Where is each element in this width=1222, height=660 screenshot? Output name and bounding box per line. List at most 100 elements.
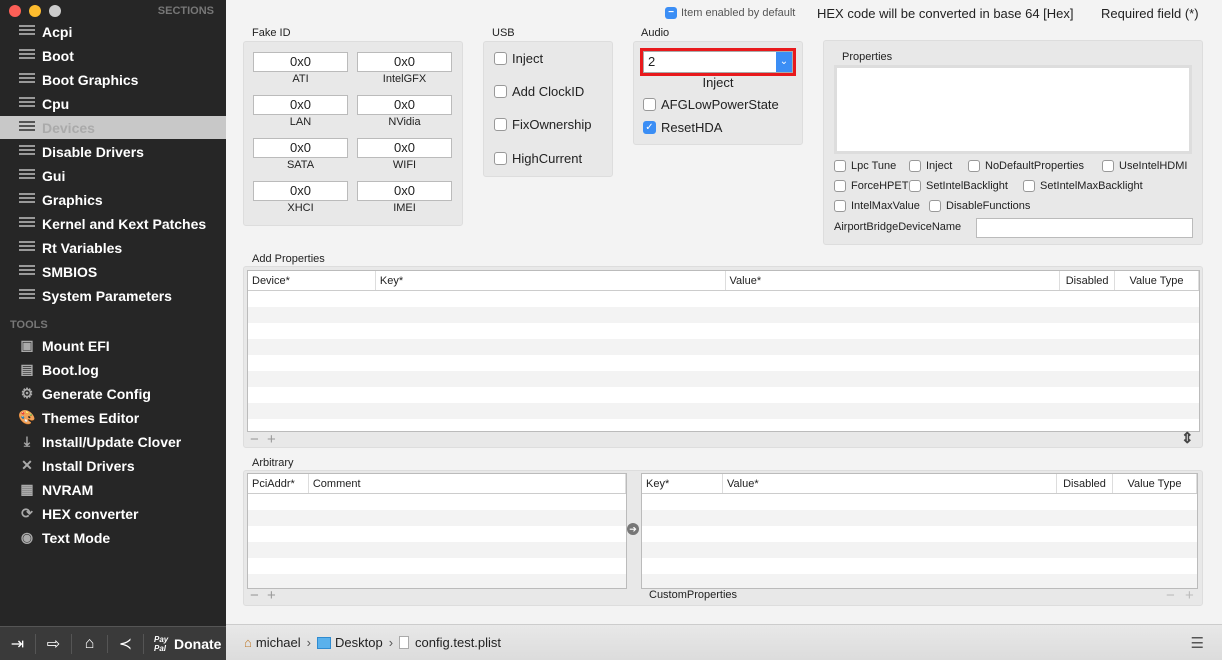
- column-header-disabled[interactable]: Disabled: [1060, 271, 1116, 290]
- table-row[interactable]: [642, 542, 1197, 558]
- column-header-value[interactable]: Value*: [723, 474, 1057, 493]
- sidebar-item-boot-graphics[interactable]: Boot Graphics: [0, 68, 226, 91]
- home-button[interactable]: ⌂: [72, 634, 108, 653]
- column-header-disabled[interactable]: Disabled: [1057, 474, 1113, 493]
- sidebar-item-system-parameters[interactable]: System Parameters: [0, 284, 226, 307]
- sidebar-item-graphics[interactable]: Graphics: [0, 188, 226, 211]
- path-item-home[interactable]: michael: [256, 635, 301, 650]
- table-row[interactable]: [248, 526, 626, 542]
- checkbox-setintelmaxbacklight[interactable]: SetIntelMaxBacklight: [1023, 180, 1143, 192]
- checkbox-afglowpowerstate[interactable]: AFGLowPowerState: [643, 97, 779, 112]
- tool-item-nvram[interactable]: ▦ NVRAM: [0, 478, 226, 501]
- table-row[interactable]: [248, 419, 1199, 431]
- sidebar-item-gui[interactable]: Gui: [0, 164, 226, 187]
- checkbox-forcehpet[interactable]: ForceHPET: [834, 180, 908, 192]
- tool-item-text-mode[interactable]: ◉ Text Mode: [0, 526, 226, 549]
- table-row[interactable]: [248, 510, 626, 526]
- arbitrary-remove-button[interactable]: −: [250, 587, 259, 604]
- checkbox-resethda[interactable]: ✓ ResetHDA: [643, 120, 722, 135]
- minimize-window-button[interactable]: [29, 5, 41, 17]
- custom-add-button[interactable]: +: [1185, 587, 1194, 604]
- table-row[interactable]: [248, 403, 1199, 419]
- airport-input[interactable]: [976, 218, 1193, 238]
- tool-item-boot-log[interactable]: ▤ Boot.log: [0, 358, 226, 381]
- table-row[interactable]: [248, 339, 1199, 355]
- checkbox-disablefunctions[interactable]: DisableFunctions: [929, 200, 1030, 212]
- column-header-device[interactable]: Device*: [248, 271, 376, 290]
- properties-textarea[interactable]: [834, 65, 1192, 154]
- sidebar-item-kernel-and-kext-patches[interactable]: Kernel and Kext Patches: [0, 212, 226, 235]
- checkbox-checked-icon[interactable]: ✓: [643, 121, 656, 134]
- donate-button[interactable]: Pay Pal Donate: [154, 635, 221, 653]
- checkbox-lpc-tune[interactable]: Lpc Tune: [834, 160, 896, 172]
- column-header-key[interactable]: Key*: [376, 271, 726, 290]
- custom-remove-button[interactable]: −: [1166, 587, 1175, 604]
- checkbox-add-clockid[interactable]: Add ClockID: [494, 84, 584, 99]
- sidebar-item-smbios[interactable]: SMBIOS: [0, 260, 226, 283]
- audio-inject-combobox[interactable]: 2 ⌄: [643, 51, 793, 73]
- checkbox-icon[interactable]: [643, 98, 656, 111]
- table-row[interactable]: [248, 542, 626, 558]
- fake-id-xhci-input[interactable]: 0x0: [253, 181, 348, 201]
- checkbox-inject[interactable]: Inject: [909, 160, 952, 172]
- table-row[interactable]: [248, 323, 1199, 339]
- tool-item-mount-efi[interactable]: ▣ Mount EFI: [0, 334, 226, 357]
- table-row[interactable]: [248, 355, 1199, 371]
- table-row[interactable]: [248, 307, 1199, 323]
- column-header-pciaddr[interactable]: PciAddr*: [248, 474, 309, 493]
- checkbox-icon[interactable]: [494, 118, 507, 131]
- fake-id-ati-input[interactable]: 0x0: [253, 52, 348, 72]
- table-row[interactable]: [248, 574, 626, 588]
- checkbox-icon[interactable]: [929, 200, 941, 212]
- column-header-key[interactable]: Key*: [642, 474, 723, 493]
- sidebar-item-acpi[interactable]: Acpi: [0, 20, 226, 43]
- table-row[interactable]: [642, 494, 1197, 510]
- checkbox-intelmaxvalue[interactable]: IntelMaxValue: [834, 200, 920, 212]
- checkbox-icon[interactable]: [968, 160, 980, 172]
- checkbox-highcurrent[interactable]: HighCurrent: [494, 151, 582, 166]
- tool-item-hex-converter[interactable]: ⟳ HEX converter: [0, 502, 226, 525]
- checkbox-icon[interactable]: [834, 200, 846, 212]
- arbitrary-add-button[interactable]: +: [267, 587, 276, 604]
- sidebar-item-cpu[interactable]: Cpu: [0, 92, 226, 115]
- checkbox-icon[interactable]: [834, 180, 846, 192]
- column-header-valuetype[interactable]: Value Type: [1113, 474, 1197, 493]
- column-header-valuetype[interactable]: Value Type: [1115, 271, 1199, 290]
- import-button[interactable]: ⇥: [0, 633, 36, 654]
- column-header-comment[interactable]: Comment: [309, 474, 626, 493]
- checkbox-icon[interactable]: [834, 160, 846, 172]
- fake-id-nvidia-input[interactable]: 0x0: [357, 95, 452, 115]
- checkbox-setintelbacklight[interactable]: SetIntelBacklight: [909, 180, 1008, 192]
- tool-item-install-drivers[interactable]: ✕ Install Drivers: [0, 454, 226, 477]
- fake-id-lan-input[interactable]: 0x0: [253, 95, 348, 115]
- checkbox-icon[interactable]: [494, 152, 507, 165]
- add-row-button[interactable]: +: [267, 431, 276, 448]
- sidebar-item-boot[interactable]: Boot: [0, 44, 226, 67]
- table-row[interactable]: [248, 371, 1199, 387]
- table-row[interactable]: [642, 558, 1197, 574]
- tool-item-generate-config[interactable]: ⚙ Generate Config: [0, 382, 226, 405]
- checkbox-inject[interactable]: Inject: [494, 51, 543, 66]
- table-row[interactable]: [248, 494, 626, 510]
- chevron-down-icon[interactable]: ⌄: [776, 52, 792, 72]
- checkbox-icon[interactable]: [1023, 180, 1035, 192]
- checkbox-fixownership[interactable]: FixOwnership: [494, 117, 591, 132]
- menu-icon[interactable]: ☰: [1191, 634, 1204, 652]
- table-row[interactable]: [248, 387, 1199, 403]
- checkbox-icon[interactable]: [494, 85, 507, 98]
- export-button[interactable]: ⇨: [36, 633, 72, 654]
- checkbox-icon[interactable]: [1102, 160, 1114, 172]
- table-row[interactable]: [642, 574, 1197, 588]
- fake-id-wifi-input[interactable]: 0x0: [357, 138, 452, 158]
- sidebar-item-devices[interactable]: Devices: [0, 116, 226, 139]
- share-button[interactable]: ≺: [108, 633, 144, 654]
- path-item-desktop[interactable]: Desktop: [335, 635, 383, 650]
- checkbox-useintelhdmi[interactable]: UseIntelHDMI: [1102, 160, 1187, 172]
- table-row[interactable]: [642, 510, 1197, 526]
- column-header-value[interactable]: Value*: [726, 271, 1061, 290]
- table-row[interactable]: [642, 526, 1197, 542]
- fake-id-intelgfx-input[interactable]: 0x0: [357, 52, 452, 72]
- table-row[interactable]: [248, 291, 1199, 307]
- path-item-file[interactable]: config.test.plist: [415, 635, 501, 650]
- tool-item-themes-editor[interactable]: 🎨 Themes Editor: [0, 406, 226, 429]
